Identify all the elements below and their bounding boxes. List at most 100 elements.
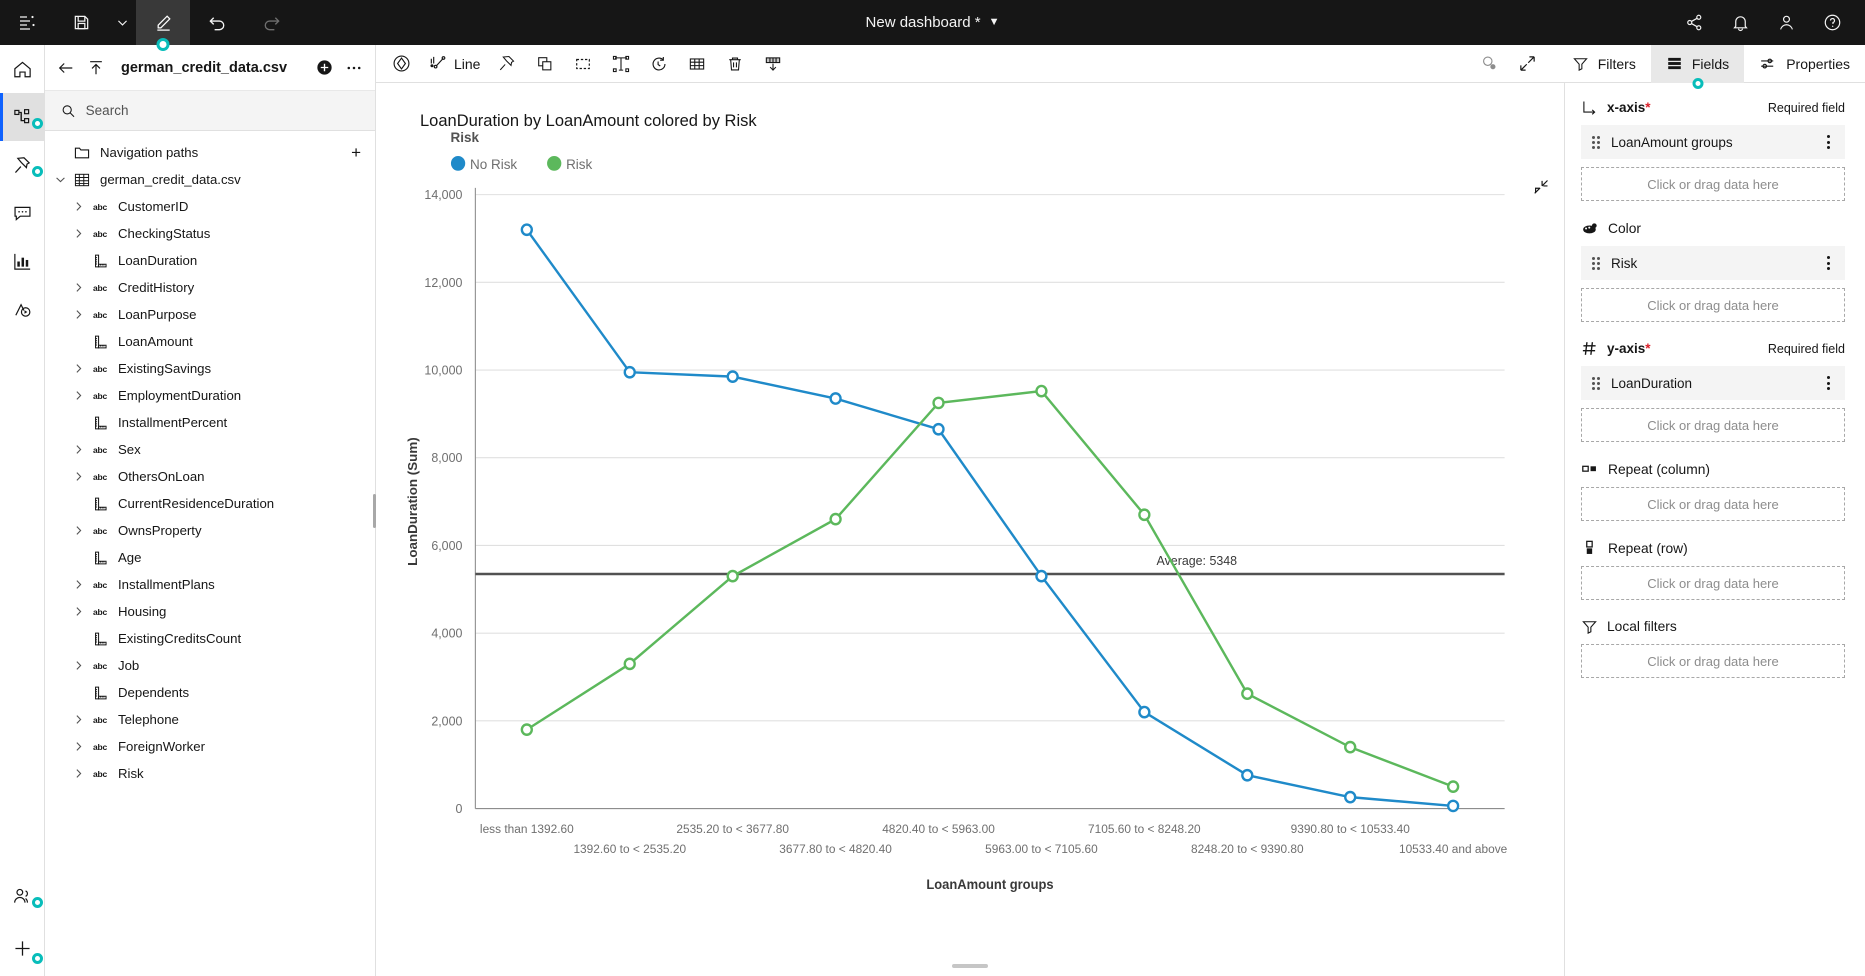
- tab-fields[interactable]: Fields: [1650, 44, 1745, 89]
- tree-item-dependents[interactable]: Dependents: [45, 679, 375, 706]
- back-button[interactable]: [57, 59, 75, 77]
- data-point[interactable]: [1138, 508, 1151, 522]
- tree-item-existingsavings[interactable]: abc ExistingSavings: [45, 355, 375, 382]
- tree-expander[interactable]: [67, 470, 89, 483]
- notifications-button[interactable]: [1717, 0, 1763, 45]
- share-button[interactable]: [1671, 0, 1717, 45]
- tree-item-installmentpercent[interactable]: InstallmentPercent: [45, 409, 375, 436]
- tree-item-loanpurpose[interactable]: abc LoanPurpose: [45, 301, 375, 328]
- tree-item-telephone[interactable]: abc Telephone: [45, 706, 375, 733]
- zoom-reset-button[interactable]: [1471, 45, 1509, 83]
- tree-expander[interactable]: [67, 443, 89, 456]
- tree-expander[interactable]: [67, 740, 89, 753]
- chart-card[interactable]: LoanDuration by LoanAmount colored by Ri…: [376, 83, 1565, 976]
- tree-item-othersonloan[interactable]: abc OthersOnLoan: [45, 463, 375, 490]
- field-chip-loanamount-groups[interactable]: LoanAmount groups: [1581, 125, 1845, 159]
- tree-item-sex[interactable]: abc Sex: [45, 436, 375, 463]
- data-point[interactable]: [1344, 740, 1357, 754]
- add-navigation-path-button[interactable]: +: [351, 143, 361, 163]
- search-input[interactable]: [85, 103, 359, 118]
- tree-expander[interactable]: [67, 200, 89, 213]
- tree-expander[interactable]: [67, 308, 89, 321]
- data-point[interactable]: [1241, 687, 1254, 701]
- series-line[interactable]: [525, 228, 1454, 808]
- tree-item-existingcreditscount[interactable]: ExistingCreditsCount: [45, 625, 375, 652]
- tree-expander[interactable]: [67, 524, 89, 537]
- sidebar-item-home[interactable]: [0, 45, 45, 93]
- data-point[interactable]: [520, 723, 533, 736]
- pin-button[interactable]: [488, 45, 526, 83]
- help-button[interactable]: [1809, 0, 1855, 45]
- sidebar-item-visualizations[interactable]: [0, 237, 45, 285]
- add-source-button[interactable]: [315, 59, 333, 77]
- data-point[interactable]: [1344, 790, 1357, 804]
- delete-button[interactable]: [716, 45, 754, 83]
- data-point[interactable]: [1446, 780, 1460, 793]
- tab-properties[interactable]: Properties: [1744, 45, 1865, 83]
- redo-button[interactable]: [244, 0, 298, 45]
- drag-handle-icon[interactable]: [1592, 256, 1600, 270]
- edit-mode-button[interactable]: [136, 0, 190, 51]
- sidebar-item-pinned[interactable]: [0, 141, 45, 189]
- dropzone-y-axis[interactable]: Click or drag data here: [1581, 408, 1845, 442]
- tree-expander[interactable]: [67, 659, 89, 672]
- dropzone-local-filters[interactable]: Click or drag data here: [1581, 644, 1845, 678]
- tree-item-ownsproperty[interactable]: abc OwnsProperty: [45, 517, 375, 544]
- visualization-type-button[interactable]: [382, 45, 420, 83]
- field-chip-menu-button[interactable]: [1823, 131, 1834, 153]
- data-point[interactable]: [726, 569, 739, 583]
- tree-item-german-credit-data-csv[interactable]: german_credit_data.csv: [45, 166, 375, 193]
- outline-panel-button[interactable]: [0, 0, 54, 45]
- dropzone-repeat-column[interactable]: Click or drag data here: [1581, 487, 1845, 521]
- tree-item-employmentduration[interactable]: abc EmploymentDuration: [45, 382, 375, 409]
- tree-item-job[interactable]: abc Job: [45, 652, 375, 679]
- field-chip-loanduration[interactable]: LoanDuration: [1581, 366, 1845, 400]
- save-menu-button[interactable]: [108, 0, 136, 45]
- tree-item-foreignworker[interactable]: abc ForeignWorker: [45, 733, 375, 760]
- undo-button[interactable]: [190, 0, 244, 45]
- tree-expander[interactable]: [67, 578, 89, 591]
- tree-expander[interactable]: [67, 227, 89, 240]
- dropzone-x-axis[interactable]: Click or drag data here: [1581, 167, 1845, 201]
- tree-expander[interactable]: [67, 713, 89, 726]
- reset-button[interactable]: [640, 45, 678, 83]
- tab-filters[interactable]: Filters: [1557, 45, 1651, 83]
- field-chip-menu-button[interactable]: [1823, 252, 1834, 274]
- download-table-button[interactable]: [754, 45, 792, 83]
- tree-item-age[interactable]: Age: [45, 544, 375, 571]
- chart-type-button[interactable]: Line: [420, 45, 488, 83]
- data-point[interactable]: [829, 392, 842, 405]
- tree-expander[interactable]: [67, 389, 89, 402]
- select-region-button[interactable]: [564, 45, 602, 83]
- line-chart[interactable]: Risk No Risk Risk 0 2,000 4,000 6,000 8,000 10,0…: [376, 83, 1564, 976]
- sidebar-item-assistant[interactable]: [0, 285, 45, 333]
- sidebar-item-comments[interactable]: [0, 189, 45, 237]
- data-search-row[interactable]: [45, 91, 375, 131]
- tree-item-credithistory[interactable]: abc CreditHistory: [45, 274, 375, 301]
- series-line[interactable]: [526, 389, 1454, 788]
- data-point[interactable]: [1035, 569, 1048, 583]
- copy-button[interactable]: [526, 45, 564, 83]
- data-point[interactable]: [520, 223, 533, 237]
- tree-expander[interactable]: [67, 281, 89, 294]
- tree-item-loanduration[interactable]: LoanDuration: [45, 247, 375, 274]
- data-point[interactable]: [1138, 705, 1151, 719]
- data-point[interactable]: [623, 365, 636, 379]
- tree-expander[interactable]: [49, 173, 71, 186]
- tree-item-housing[interactable]: abc Housing: [45, 598, 375, 625]
- field-chip-menu-button[interactable]: [1823, 372, 1834, 394]
- account-button[interactable]: [1763, 0, 1809, 45]
- data-point[interactable]: [932, 396, 945, 410]
- sidebar-item-add[interactable]: [0, 920, 45, 976]
- tree-item-navigation-paths[interactable]: Navigation paths +: [45, 139, 375, 166]
- sidebar-item-share-users[interactable]: [0, 872, 45, 920]
- overflow-menu-button[interactable]: [345, 59, 363, 77]
- tree-item-checkingstatus[interactable]: abc CheckingStatus: [45, 220, 375, 247]
- tree-item-loanamount[interactable]: LoanAmount: [45, 328, 375, 355]
- show-data-table-button[interactable]: [678, 45, 716, 83]
- data-point[interactable]: [1241, 768, 1254, 782]
- collapse-chart-button[interactable]: [1532, 178, 1550, 196]
- drag-handle-icon[interactable]: [1592, 376, 1600, 390]
- sidebar-item-sources[interactable]: [0, 93, 45, 141]
- drag-handle-icon[interactable]: [1592, 135, 1600, 149]
